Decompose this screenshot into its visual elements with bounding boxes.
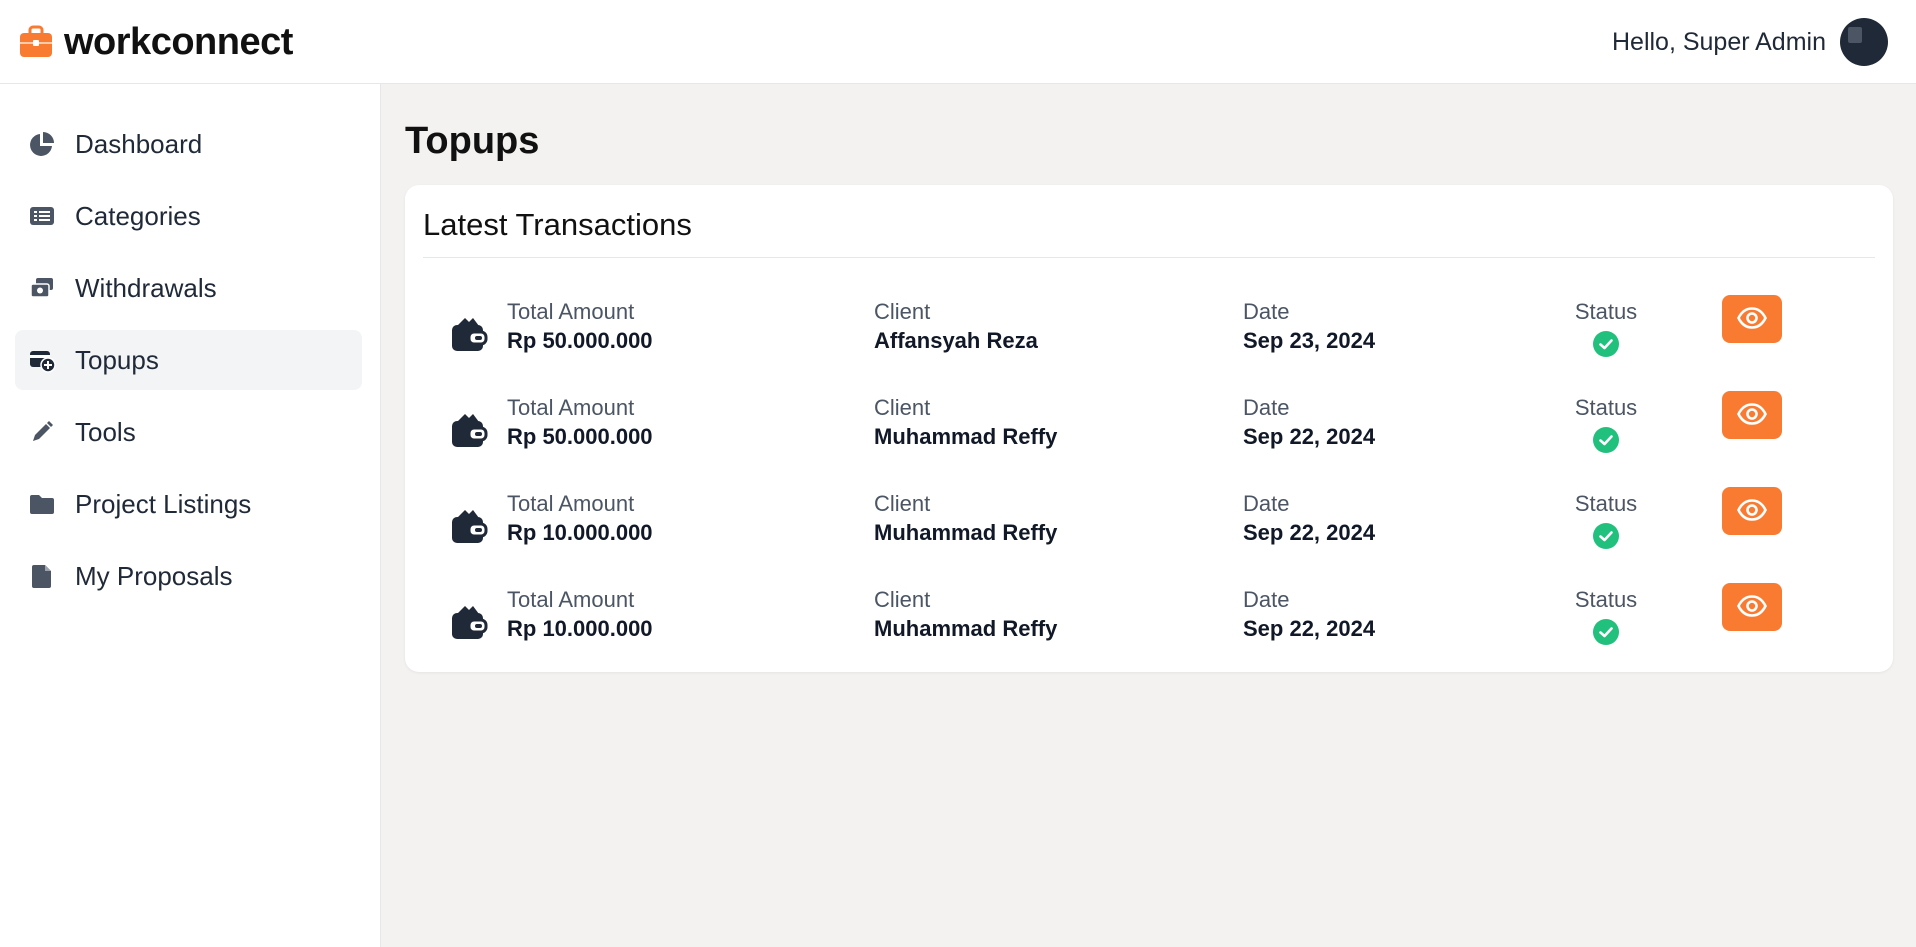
client-value: Muhammad Reffy <box>874 616 1058 641</box>
status: Status <box>1571 491 1641 555</box>
sidebar-item-categories[interactable]: Categories <box>15 186 362 246</box>
greeting-text: Hello, Super Admin <box>1611 27 1826 56</box>
wallet-icon <box>449 507 489 547</box>
client-label: Client <box>874 395 931 420</box>
sidebar-item-label: Topups <box>75 344 159 375</box>
card-plus-icon <box>27 345 57 375</box>
date-value: Sep 22, 2024 <box>1243 424 1376 449</box>
date-label: Date <box>1243 299 1290 324</box>
sidebar-item-project-listings[interactable]: Project Listings <box>15 474 362 534</box>
amount-value: Rp 50.000.000 <box>507 424 653 449</box>
status-label: Status <box>1574 299 1638 324</box>
status: Status <box>1571 299 1641 363</box>
user-avatar[interactable] <box>1840 18 1888 66</box>
wallet-icon <box>449 603 489 643</box>
check-circle-icon <box>1592 522 1620 550</box>
amount-label: Total Amount <box>507 299 635 324</box>
amount-label: Total Amount <box>507 587 635 612</box>
eye-icon <box>1737 402 1767 428</box>
pen-icon <box>27 417 57 447</box>
transaction-row: Total Amount Rp 50.000.000 Client Muhammad … <box>405 391 1893 487</box>
user-menu[interactable]: Hello, Super Admin <box>1612 17 1888 67</box>
sidebar-item-label: Dashboard <box>75 128 203 159</box>
transaction-row: Total Amount Rp 10.000.000 Client Muhammad … <box>405 583 1893 679</box>
sidebar-item-label: Withdrawals <box>75 272 217 303</box>
sidebar: Dashboard Categories Withdrawals Topups Tool… <box>0 84 381 947</box>
date-value: Sep 22, 2024 <box>1243 616 1376 641</box>
amount-value: Rp 10.000.000 <box>507 616 653 641</box>
sidebar-item-withdrawals[interactable]: Withdrawals <box>15 258 362 318</box>
divider <box>423 257 1875 258</box>
view-details-button[interactable] <box>1722 487 1782 535</box>
status-label: Status <box>1574 491 1638 516</box>
date-value: Sep 22, 2024 <box>1243 520 1376 545</box>
document-icon <box>27 561 57 591</box>
client-label: Client <box>874 587 931 612</box>
client-value: Affansyah Reza <box>874 328 1038 353</box>
brand-logo[interactable]: workconnect <box>18 20 293 64</box>
client-label: Client <box>874 299 931 324</box>
amount-label: Total Amount <box>507 491 635 516</box>
list-icon <box>27 201 57 231</box>
money-icon <box>27 273 57 303</box>
transactions-card: Latest Transactions Total Amount Rp 50.00… <box>405 185 1893 672</box>
sidebar-item-dashboard[interactable]: Dashboard <box>15 114 362 174</box>
amount-label: Total Amount <box>507 395 635 420</box>
page-title: Topups <box>405 120 540 162</box>
briefcase-icon <box>20 25 52 57</box>
transaction-row: Total Amount Rp 10.000.000 Client Muhammad … <box>405 487 1893 583</box>
client-value: Muhammad Reffy <box>874 520 1058 545</box>
amount-value: Rp 50.000.000 <box>507 328 653 353</box>
sidebar-item-label: Categories <box>75 200 201 231</box>
pie-chart-icon <box>27 129 57 159</box>
sidebar-item-topups[interactable]: Topups <box>15 330 362 390</box>
view-details-button[interactable] <box>1722 583 1782 631</box>
amount-value: Rp 10.000.000 <box>507 520 653 545</box>
top-header: workconnect Hello, Super Admin <box>0 0 1916 84</box>
sidebar-item-label: Project Listings <box>75 488 252 519</box>
check-circle-icon <box>1592 618 1620 646</box>
date-label: Date <box>1243 491 1290 516</box>
check-circle-icon <box>1592 426 1620 454</box>
sidebar-item-label: Tools <box>75 416 136 447</box>
view-details-button[interactable] <box>1722 295 1782 343</box>
eye-icon <box>1737 594 1767 620</box>
client-label: Client <box>874 491 931 516</box>
date-label: Date <box>1243 395 1290 420</box>
check-circle-icon <box>1592 330 1620 358</box>
sidebar-item-my-proposals[interactable]: My Proposals <box>15 546 362 606</box>
status: Status <box>1571 395 1641 459</box>
status: Status <box>1571 587 1641 651</box>
date-value: Sep 23, 2024 <box>1243 328 1376 353</box>
sidebar-item-tools[interactable]: Tools <box>15 402 362 462</box>
folder-icon <box>27 489 57 519</box>
wallet-icon <box>449 315 489 355</box>
transaction-row: Total Amount Rp 50.000.000 Client Affansyah… <box>405 295 1893 391</box>
eye-icon <box>1737 498 1767 524</box>
wallet-icon <box>449 411 489 451</box>
view-details-button[interactable] <box>1722 391 1782 439</box>
sidebar-nav: Dashboard Categories Withdrawals Topups Tool… <box>15 114 362 618</box>
sidebar-item-label: My Proposals <box>75 560 233 591</box>
card-title: Latest Transactions <box>423 207 692 242</box>
client-value: Muhammad Reffy <box>874 424 1058 449</box>
date-label: Date <box>1243 587 1290 612</box>
status-label: Status <box>1574 587 1638 612</box>
eye-icon <box>1737 306 1767 332</box>
brand-name: workconnect <box>64 20 293 63</box>
status-label: Status <box>1574 395 1638 420</box>
